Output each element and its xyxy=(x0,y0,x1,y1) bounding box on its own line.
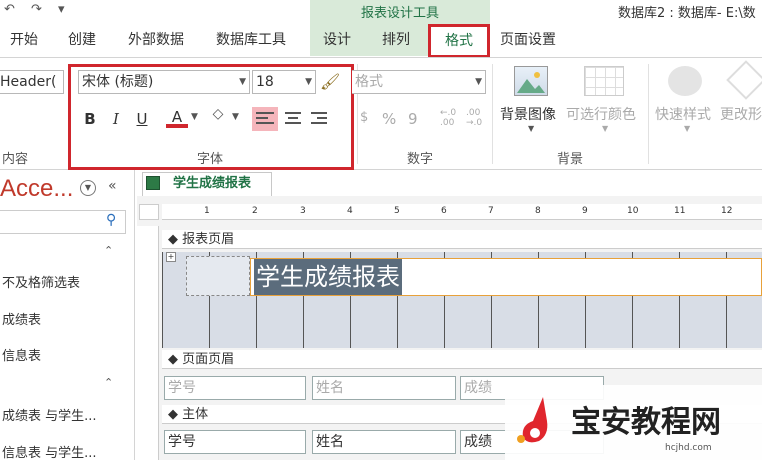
label-name[interactable]: 姓名 xyxy=(312,376,456,400)
ruler-mark: 8 xyxy=(535,206,541,216)
number-format-combo[interactable]: 格式 ▼ xyxy=(352,70,486,94)
field-student-id[interactable]: 学号 xyxy=(164,430,306,454)
background-image-icon[interactable] xyxy=(514,66,548,96)
nav-pane-title: Acce... xyxy=(0,175,74,202)
watermark-url: hcjhd.com xyxy=(665,443,712,453)
nav-item-info-query[interactable]: 信息表 与学生... xyxy=(2,442,97,460)
ruler-mark: 11 xyxy=(674,206,686,216)
nav-item-failed-filter[interactable]: 不及格筛选表 xyxy=(2,272,80,291)
label-student-id[interactable]: 学号 xyxy=(164,376,306,400)
ruler-mark: 1 xyxy=(204,206,210,216)
divider xyxy=(492,64,493,164)
ruler-mark: 4 xyxy=(347,206,353,216)
increase-decimal-icon[interactable]: ←.0.00 xyxy=(440,108,456,128)
decrease-decimal-icon[interactable]: .00 →.0 xyxy=(466,108,482,128)
window-title: 数据库2 : 数据库- E:\数 xyxy=(618,6,756,21)
tab-page-setup[interactable]: 页面设置 xyxy=(500,28,556,52)
object-selector[interactable]: Header( xyxy=(0,70,64,94)
ruler-mark: 3 xyxy=(300,206,306,216)
currency-icon[interactable]: $ xyxy=(360,110,368,125)
ruler-mark: 10 xyxy=(627,206,639,216)
quick-access-toolbar[interactable]: ↶ ↷ ▾ xyxy=(4,2,71,17)
document-tab[interactable]: 学生成绩报表 xyxy=(142,172,272,196)
vertical-ruler xyxy=(137,226,159,460)
font-group-highlight xyxy=(68,64,354,170)
watermark-logo-icon xyxy=(513,395,557,443)
nav-item-scores-table[interactable]: 成绩表 xyxy=(2,309,41,328)
ruler-mark: 2 xyxy=(252,206,258,216)
report-title-text: 学生成绩报表 xyxy=(254,259,402,295)
section-page-header-label: 页面页眉 xyxy=(182,352,235,367)
tab-design[interactable]: 设计 xyxy=(323,28,351,52)
group-selection-label: 内容 xyxy=(1,152,28,167)
alt-row-color-button[interactable]: 可选行颜色 xyxy=(566,104,636,124)
chevron-up-icon[interactable]: ⌃ xyxy=(104,376,113,389)
section-report-header[interactable]: ◆ 报表页眉 xyxy=(162,230,762,249)
field-name[interactable]: 姓名 xyxy=(312,430,456,454)
nav-item-scores-query[interactable]: 成绩表 与学生... xyxy=(2,405,97,424)
nav-menu-chevron-icon[interactable]: ▼ xyxy=(80,180,96,196)
report-header-grid xyxy=(162,298,762,348)
alt-row-color-icon xyxy=(584,66,624,96)
ruler-corner[interactable] xyxy=(139,204,159,220)
chevron-down-icon: ▼ xyxy=(475,77,482,87)
search-icon[interactable]: ⚲ xyxy=(106,212,116,228)
ruler-mark: 7 xyxy=(488,206,494,216)
ruler-mark: 5 xyxy=(394,206,400,216)
number-format-value: 格式 xyxy=(355,74,383,90)
chevron-down-icon: ▼ xyxy=(684,124,691,133)
collapse-pane-icon[interactable]: « xyxy=(108,178,117,194)
tab-home[interactable]: 开始 xyxy=(10,28,38,52)
section-detail-label: 主体 xyxy=(182,407,209,422)
quick-styles-icon xyxy=(668,66,702,96)
report-title-control[interactable]: 学生成绩报表 xyxy=(250,258,762,296)
chevron-down-icon: ▼ xyxy=(602,124,609,133)
chevron-down-icon: ▼ xyxy=(528,124,535,133)
ruler-mark: 9 xyxy=(582,206,588,216)
nav-item-info-table[interactable]: 信息表 xyxy=(2,345,41,364)
divider xyxy=(648,64,649,164)
tab-arrange[interactable]: 排列 xyxy=(382,28,410,52)
watermark: 宝安教程网 hcjhd.com xyxy=(505,385,762,460)
section-report-header-label: 报表页眉 xyxy=(182,232,235,247)
group-number-label: 数字 xyxy=(406,152,433,167)
horizontal-ruler: 1 2 3 4 5 6 7 8 9 10 11 12 xyxy=(162,204,762,220)
section-page-header[interactable]: ◆ 页面页眉 xyxy=(162,350,762,369)
background-image-button[interactable]: 背景图像 xyxy=(500,104,556,124)
change-shape-button[interactable]: 更改形 xyxy=(720,104,762,124)
move-handle-icon[interactable]: + xyxy=(166,252,176,262)
group-background-label: 背景 xyxy=(556,152,583,167)
tab-create[interactable]: 创建 xyxy=(68,28,96,52)
report-icon xyxy=(146,176,160,190)
watermark-text: 宝安教程网 xyxy=(571,405,721,440)
tab-database-tools[interactable]: 数据库工具 xyxy=(216,28,286,52)
chevron-up-icon[interactable]: ⌃ xyxy=(104,244,113,257)
percent-button[interactable]: % xyxy=(382,110,396,128)
ruler-mark: 12 xyxy=(721,206,733,216)
quick-styles-button[interactable]: 快速样式 xyxy=(655,104,711,124)
context-group-title: 报表设计工具 xyxy=(360,6,439,21)
object-selector-value: Header( xyxy=(0,74,57,90)
ruler-mark: 6 xyxy=(441,206,447,216)
tab-format[interactable]: 格式 xyxy=(428,24,490,58)
comma-button[interactable]: 9 xyxy=(408,110,418,128)
tab-external-data[interactable]: 外部数据 xyxy=(128,28,184,52)
logo-placeholder[interactable] xyxy=(186,256,250,296)
document-tab-title: 学生成绩报表 xyxy=(173,176,252,191)
